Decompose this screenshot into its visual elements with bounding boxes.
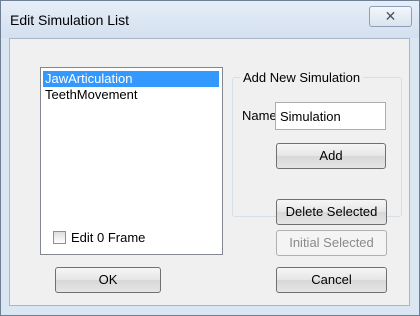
edit-frame-checkbox-label: Edit 0 Frame xyxy=(71,230,146,245)
delete-selected-button[interactable]: Delete Selected xyxy=(276,199,387,225)
name-input[interactable] xyxy=(275,102,386,130)
simulation-listbox[interactable]: JawArticulation TeethMovement xyxy=(40,67,223,255)
dialog-window: Edit Simulation List ✕ JawArticulation T… xyxy=(0,0,420,316)
add-button[interactable]: Add xyxy=(276,143,386,169)
dialog-client-area: JawArticulation TeethMovement Add New Si… xyxy=(9,38,410,306)
add-simulation-group-label: Add New Simulation xyxy=(240,70,364,85)
name-label: Name xyxy=(242,108,277,123)
close-button[interactable]: ✕ xyxy=(369,6,412,27)
cancel-button[interactable]: Cancel xyxy=(276,267,387,293)
close-icon: ✕ xyxy=(384,8,397,24)
ok-button[interactable]: OK xyxy=(55,267,161,293)
title-bar: Edit Simulation List ✕ xyxy=(1,1,419,38)
window-title: Edit Simulation List xyxy=(10,12,130,28)
list-item[interactable]: TeethMovement xyxy=(43,87,138,103)
list-item[interactable]: JawArticulation xyxy=(43,71,219,87)
edit-frame-checkbox[interactable] xyxy=(53,231,66,244)
initial-selected-button[interactable]: Initial Selected xyxy=(276,230,387,256)
